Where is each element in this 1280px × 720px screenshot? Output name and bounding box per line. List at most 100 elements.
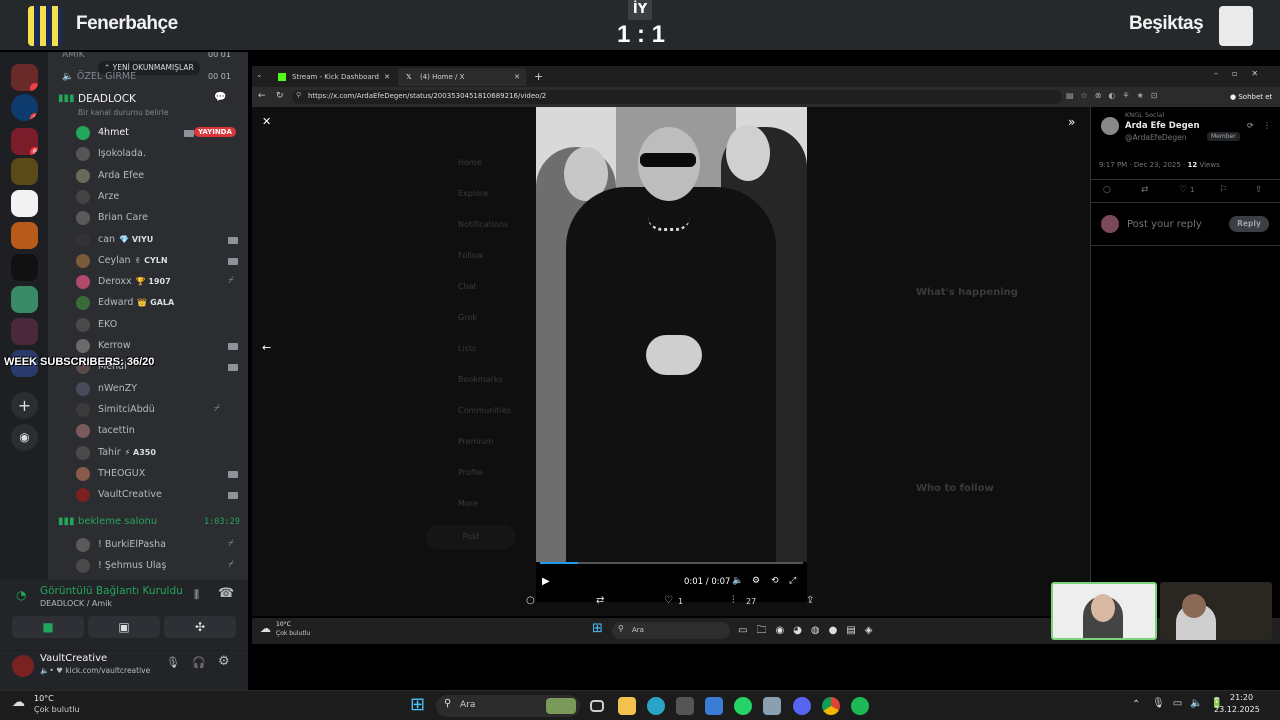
voice-member[interactable]: SimitciAbdü: [98, 404, 155, 415]
server-icon[interactable]: [11, 318, 38, 345]
settings-icon[interactable]: ⚙: [752, 576, 760, 586]
back-icon[interactable]: ←: [258, 91, 266, 101]
grok-icon[interactable]: ⟳: [1247, 121, 1254, 130]
video-frame[interactable]: [536, 107, 807, 562]
voice-member[interactable]: Işokolada.: [98, 148, 146, 159]
repost-icon[interactable]: ⇄: [596, 595, 604, 606]
channel-amik[interactable]: AMİK: [62, 52, 84, 60]
voice-member[interactable]: EKO: [98, 319, 117, 330]
server-icon[interactable]: [11, 158, 38, 185]
voice-member[interactable]: Arze: [98, 191, 119, 202]
like-icon[interactable]: ♡: [664, 595, 673, 606]
progress-track[interactable]: [540, 562, 803, 564]
settings-gear-icon[interactable]: ⚙: [218, 654, 230, 669]
windows-start-icon[interactable]: ⊞: [410, 694, 425, 715]
add-server-icon[interactable]: +: [11, 392, 38, 419]
discover-icon[interactable]: ◉: [11, 424, 38, 451]
url-field[interactable]: ⚲ https://x.com/ArdaEfeDegen/status/2003…: [292, 90, 1062, 104]
voice-member[interactable]: Edward 👑 GALA: [98, 297, 174, 308]
tab-search-icon[interactable]: ⌄: [256, 70, 263, 79]
chrome-icon[interactable]: [822, 697, 840, 715]
more-icon[interactable]: ⋮: [1263, 121, 1271, 130]
voice-channel-deadlock[interactable]: ▮▮▮ DEADLOCK Bir kanal durumu belirle 💬: [56, 92, 244, 120]
headphones-icon[interactable]: 🎧: [192, 656, 206, 669]
voice-member[interactable]: Brian Care: [98, 212, 148, 223]
tab-x-home[interactable]: 𝕏 (4) Home / X ✕: [398, 68, 526, 86]
mail-icon[interactable]: [705, 697, 723, 715]
avatar[interactable]: [1101, 117, 1119, 135]
server-icon[interactable]: [11, 286, 38, 313]
app-icon[interactable]: [763, 697, 781, 715]
voice-member[interactable]: Arda Efee: [98, 170, 144, 181]
clock-time[interactable]: 21:20: [1230, 693, 1253, 702]
window-controls[interactable]: –▫✕: [1214, 69, 1272, 78]
views-icon[interactable]: ⫶: [732, 595, 735, 606]
expand-panel-icon[interactable]: »: [1068, 115, 1075, 129]
repost-icon[interactable]: ⇄: [1141, 185, 1149, 195]
close-viewer-icon[interactable]: ✕: [262, 115, 271, 128]
loop-icon[interactable]: ⟲: [771, 576, 779, 586]
share-icon[interactable]: ⇪: [1255, 185, 1263, 195]
tray-overflow-icon[interactable]: ⌃: [1132, 699, 1140, 710]
new-tab-button[interactable]: +: [530, 68, 543, 86]
extension-icons[interactable]: ▤☆⊗◐⚘★⊡: [1066, 91, 1164, 100]
voice-member[interactable]: can 💎 VIYU: [98, 234, 153, 245]
store-icon[interactable]: [676, 697, 694, 715]
spotify-icon[interactable]: [851, 697, 869, 715]
file-explorer-icon[interactable]: [618, 697, 636, 715]
url-text[interactable]: https://x.com/ArdaEfeDegen/status/200353…: [308, 92, 546, 100]
whatsapp-icon[interactable]: [734, 697, 752, 715]
channel-ozel-girme[interactable]: 🔈 ÖZEL GİRME: [62, 71, 136, 82]
voice-status-placeholder[interactable]: Bir kanal durumu belirle: [78, 108, 168, 117]
search-box[interactable]: ⚲ Ara: [436, 695, 580, 717]
close-icon[interactable]: ✕: [514, 68, 520, 86]
screen-share-button[interactable]: ▣: [88, 616, 160, 638]
share-icon[interactable]: ⇪: [806, 595, 814, 606]
activities-button[interactable]: ✣: [164, 616, 236, 638]
camera-button[interactable]: ■: [12, 616, 84, 638]
site-info-icon[interactable]: ⚲: [296, 91, 301, 99]
inner-search-box[interactable]: ⚲ Ara: [612, 622, 730, 639]
previous-media-icon[interactable]: ←: [262, 341, 271, 354]
voice-member[interactable]: VaultCreative: [98, 489, 162, 500]
voice-member[interactable]: Tahir ⚡ A350: [98, 447, 156, 458]
play-icon[interactable]: ▶: [542, 576, 550, 587]
noise-suppression-icon[interactable]: ⫼: [194, 588, 199, 602]
pinned-apps[interactable]: ▭🗀◉◕◍●▤◈: [738, 623, 882, 640]
reply-input[interactable]: Post your reply: [1127, 219, 1202, 230]
voice-member[interactable]: 4hmet: [98, 127, 129, 138]
fullscreen-icon[interactable]: ⤢: [789, 576, 796, 586]
task-view-icon[interactable]: [590, 700, 604, 712]
bookmark-icon[interactable]: ⚐: [1219, 185, 1227, 195]
like-icon[interactable]: ♡ 1: [1179, 185, 1194, 195]
voice-member-name[interactable]: ! Şehmus Ulaş: [98, 560, 166, 571]
voice-member[interactable]: Kerrow: [98, 340, 131, 351]
profile-button[interactable]: ● Sohbet et: [1226, 90, 1276, 104]
voice-member[interactable]: Deroxx 🏆 1907: [98, 276, 171, 287]
connection-location[interactable]: DEADLOCK / Amik: [40, 599, 112, 608]
reply-button[interactable]: Reply: [1229, 216, 1269, 232]
voice-member[interactable]: tacettin: [98, 425, 135, 436]
avatar[interactable]: [12, 655, 34, 677]
clock-date[interactable]: 23.12.2025: [1214, 705, 1260, 714]
server-icon[interactable]: 6: [11, 128, 38, 155]
server-icon[interactable]: [11, 222, 38, 249]
reload-icon[interactable]: ↻: [276, 91, 284, 101]
server-icon[interactable]: [11, 190, 38, 217]
microphone-icon[interactable]: 🎙: [166, 656, 180, 669]
tab-kick-dashboard[interactable]: Stream - Kick Dashboard ✕: [270, 68, 396, 86]
chat-icon[interactable]: 💬: [214, 92, 226, 103]
voice-member[interactable]: THEOGUX: [98, 468, 145, 479]
server-icon[interactable]: [11, 64, 38, 91]
disconnect-icon[interactable]: ☎: [218, 586, 234, 601]
edge-icon[interactable]: [647, 697, 665, 715]
connection-status[interactable]: Görüntülü Bağlantı Kuruldu: [40, 585, 183, 597]
volume-icon[interactable]: 🔈: [732, 576, 743, 586]
discord-icon[interactable]: [793, 697, 811, 715]
reply-icon[interactable]: ○: [1103, 185, 1111, 195]
server-icon[interactable]: 6: [11, 94, 38, 121]
voice-member-name[interactable]: ! BurkiElPasha: [98, 539, 166, 550]
voice-member[interactable]: nWenZY: [98, 383, 137, 394]
server-icon[interactable]: [11, 254, 38, 281]
voice-channel-waiting[interactable]: ▮▮▮ bekleme salonu 1:03:29: [56, 516, 244, 532]
